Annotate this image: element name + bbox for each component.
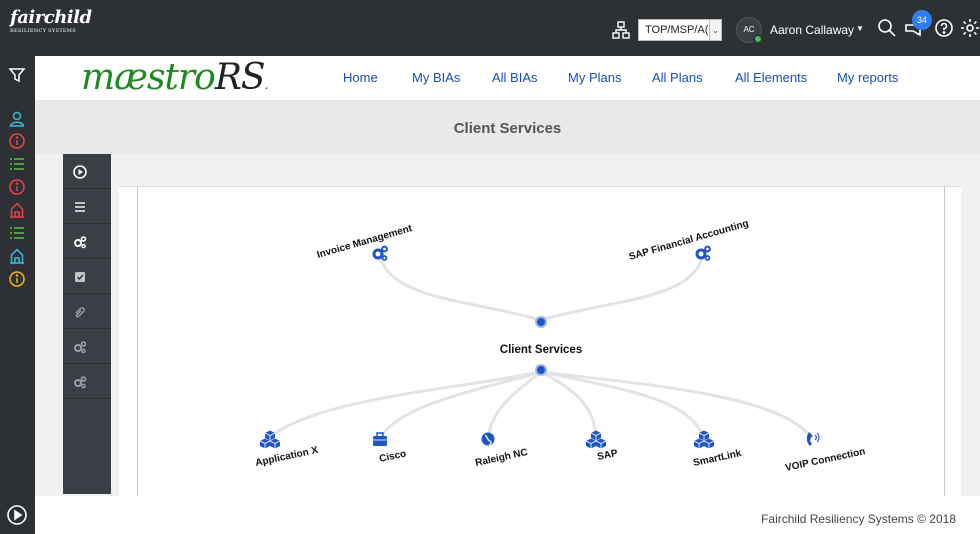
building-icon[interactable]	[8, 201, 26, 219]
maestro-logo[interactable]: mæstroRS.	[81, 57, 269, 98]
input-port-icon[interactable]	[535, 316, 547, 328]
caret-down-icon: ▼	[856, 24, 864, 33]
gears-icon	[74, 376, 87, 389]
search-icon[interactable]	[876, 17, 898, 39]
toolbar-play-button[interactable]	[63, 154, 111, 189]
organization-select-value: TOP/MSP/A(	[645, 24, 709, 36]
nav-all-plans[interactable]: All Plans	[652, 70, 703, 85]
toolbar-gears-button-2[interactable]	[63, 329, 111, 364]
left-rail	[0, 56, 35, 534]
nav-all-elements[interactable]: All Elements	[735, 70, 807, 85]
info-icon[interactable]	[8, 132, 26, 150]
nav-my-plans[interactable]: My Plans	[568, 70, 621, 85]
logo-suffix: RS	[214, 57, 266, 98]
globe-icon	[481, 432, 495, 446]
nav-all-bias[interactable]: All BIAs	[492, 70, 538, 85]
footer-copyright: Fairchild Resiliency Systems © 2018	[761, 512, 956, 526]
brand-tagline: RESILIENCY SYSTEMS	[10, 28, 76, 34]
toolbar-gears-button[interactable]	[63, 224, 111, 259]
center-node-label: Client Services	[500, 344, 582, 356]
nav-my-reports[interactable]: My reports	[837, 70, 898, 85]
list-icon[interactable]	[8, 224, 26, 242]
brand-logo[interactable]: fairchild RESILIENCY SYSTEMS	[10, 7, 92, 35]
gear-icon[interactable]	[959, 17, 980, 39]
toolbar-gears-button-3[interactable]	[63, 364, 111, 399]
play-icon[interactable]	[6, 504, 28, 526]
user-icon[interactable]	[8, 110, 26, 128]
nav-home[interactable]: Home	[343, 70, 378, 85]
page-title: Client Services	[453, 120, 562, 137]
top-bar: fairchild RESILIENCY SYSTEMS TOP/MSP/A( …	[0, 0, 980, 56]
info-icon[interactable]	[8, 178, 26, 196]
brand-name: fairchild	[10, 7, 92, 28]
org-hierarchy-icon[interactable]	[612, 21, 630, 39]
play-circle-icon	[73, 165, 87, 179]
help-icon[interactable]	[933, 17, 955, 39]
building-icon[interactable]	[8, 247, 26, 265]
chevron-down-icon: ⌄	[709, 20, 721, 40]
user-name: Aaron Callaway	[770, 23, 855, 37]
filter-icon[interactable]	[8, 66, 26, 84]
logo-main: mæstro	[81, 57, 216, 98]
nav-my-bias[interactable]: My BIAs	[412, 70, 460, 85]
logo-trademark: .	[264, 78, 269, 92]
avatar: AC	[736, 17, 763, 44]
page-title-bar: Client Services	[35, 100, 980, 154]
avatar-initials: AC	[743, 25, 755, 34]
checkbox-icon	[75, 272, 85, 282]
paperclip-icon	[75, 307, 85, 318]
canvas-frame	[137, 186, 945, 496]
list-icon[interactable]	[8, 155, 26, 173]
notification-count-badge: 34	[912, 10, 932, 30]
gears-icon	[74, 341, 87, 354]
organization-select[interactable]: TOP/MSP/A( ⌄	[638, 19, 722, 41]
online-status-icon	[753, 34, 763, 44]
output-port-icon[interactable]	[535, 364, 547, 376]
toolbar-list-button[interactable]	[63, 189, 111, 224]
toolbar-attachment-button[interactable]	[63, 294, 111, 329]
list-icon	[75, 202, 85, 212]
info-icon[interactable]	[8, 270, 26, 288]
app-header: mæstroRS. Home My BIAs All BIAs My Plans…	[35, 56, 980, 100]
element-toolbar	[63, 154, 111, 494]
toolbar-checkbox-button[interactable]	[63, 259, 111, 294]
footer-bar: Fairchild Resiliency Systems © 2018	[35, 496, 980, 534]
gears-icon	[74, 236, 87, 249]
